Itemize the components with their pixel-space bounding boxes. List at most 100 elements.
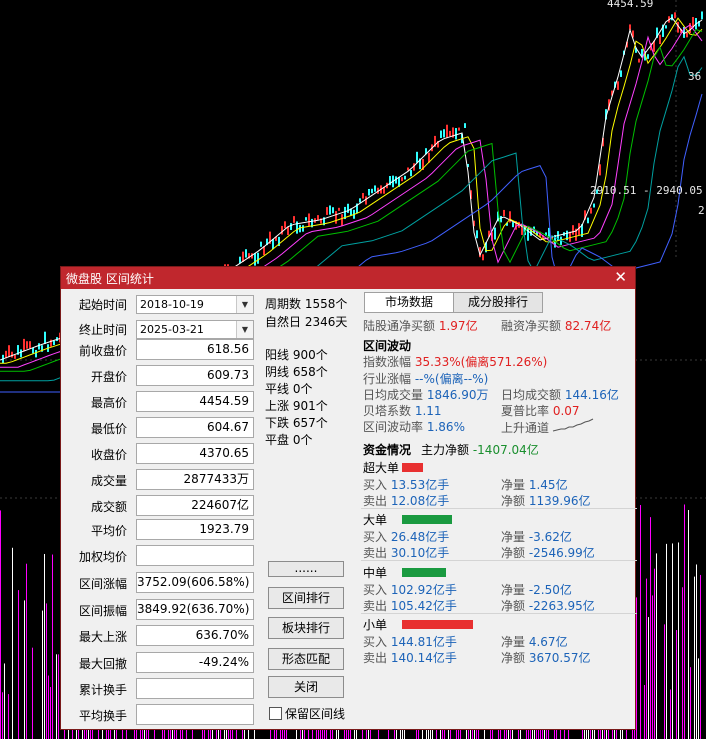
candle — [338, 207, 340, 211]
candle — [290, 223, 292, 230]
candle — [326, 207, 328, 215]
field-label: 区间振幅 — [78, 604, 127, 618]
candle — [38, 343, 40, 350]
fund-net: 净量 -3.62亿 — [501, 528, 572, 545]
field-value: -49.24% — [136, 652, 254, 673]
volume-bar — [652, 595, 653, 739]
field-value-text: 604.67 — [207, 420, 249, 434]
fund-group-name: 大单 — [363, 513, 388, 527]
candle — [482, 254, 484, 261]
industry-change: 行业涨幅 --%(偏离--%) — [363, 372, 489, 386]
fund-group-bar — [402, 620, 473, 629]
field-value-text: 1923.79 — [199, 522, 249, 536]
field-value: 4370.65 — [136, 443, 254, 464]
candle — [14, 355, 16, 359]
candle — [44, 331, 46, 344]
fund-buy: 买入 102.92亿手 — [363, 581, 457, 598]
fund-metric-value: 140.14亿手 — [390, 651, 457, 665]
field-label: 收盘价 — [90, 448, 127, 462]
fund-net_amt: 净额 -2263.95亿 — [501, 597, 595, 614]
candle — [8, 345, 10, 357]
fund-group-divider — [361, 613, 637, 614]
fund-net_amt: 净额 1139.96亿 — [501, 492, 590, 509]
keep-lines-checkbox[interactable] — [269, 707, 282, 720]
candle — [284, 221, 286, 229]
close-button[interactable]: 关闭 — [268, 676, 344, 698]
fund-metric-label: 买入 — [363, 530, 388, 544]
fund-metric-label: 净量 — [501, 635, 526, 649]
candle — [362, 193, 364, 199]
volume-bar — [672, 543, 673, 739]
fund-buy: 买入 13.53亿手 — [363, 476, 449, 493]
fund-metric-label: 卖出 — [363, 651, 388, 665]
candle — [29, 341, 31, 349]
candle — [53, 340, 55, 346]
candle — [620, 70, 622, 77]
candle — [245, 249, 247, 258]
close-icon[interactable]: ✕ — [614, 268, 627, 286]
candle — [26, 341, 28, 349]
fund-metric-value: 12.08亿手 — [390, 494, 450, 508]
dialog-titlebar[interactable]: 微盘股 区间统计 ✕ — [61, 267, 635, 289]
candle — [641, 49, 643, 57]
volume-bar — [676, 630, 677, 739]
candle — [665, 25, 667, 29]
sector-rank-button[interactable]: 板块排行 — [268, 617, 344, 639]
volume-bar — [656, 553, 657, 739]
avg-amount: 日均成交额 144.16亿 — [501, 388, 619, 402]
volume-bar — [678, 542, 679, 739]
field-value: 604.67 — [136, 417, 254, 438]
candle — [500, 215, 502, 223]
candle — [347, 203, 349, 213]
candle — [308, 213, 310, 227]
field-value: 609.73 — [136, 365, 254, 386]
fund-sell: 卖出 12.08亿手 — [363, 492, 449, 509]
fund-sell: 卖出 30.10亿手 — [363, 544, 449, 561]
interval-rank-button[interactable]: 区间排行 — [268, 587, 344, 609]
yin-count: 阴线 658个 — [265, 365, 328, 379]
candle — [440, 130, 442, 139]
volume-bar — [4, 663, 5, 739]
fund-metric-value: 4.67亿 — [528, 635, 568, 649]
date-picker[interactable]: 2025-03-21 ▼ — [136, 320, 254, 339]
fund-metric-label: 买入 — [363, 635, 388, 649]
main-net: 主力净额 -1407.04亿 — [421, 443, 539, 457]
fund-metric-label: 卖出 — [363, 494, 388, 508]
more-button[interactable]: ...... — [268, 561, 344, 577]
tab-market-data[interactable]: 市场数据 — [364, 292, 454, 313]
fund-metric-value: 26.48亿手 — [390, 530, 450, 544]
flat-count: 平盘 0个 — [265, 433, 313, 447]
field-value: 636.70% — [136, 625, 254, 646]
uptrend-sparkline-icon — [552, 418, 594, 432]
chevron-down-icon[interactable]: ▼ — [236, 296, 253, 313]
volume-bar — [12, 547, 13, 739]
tab-component-rank[interactable]: 成分股排行 — [453, 292, 543, 313]
candle — [443, 129, 445, 138]
pattern-match-button[interactable]: 形态匹配 — [268, 648, 344, 670]
candle — [11, 351, 13, 358]
candle — [647, 54, 649, 59]
chevron-down-icon[interactable]: ▼ — [236, 321, 253, 338]
chart-right-label: 36 — [688, 70, 702, 83]
field-value-text: 3752.09(606.58%) — [137, 575, 250, 589]
volume-bar — [26, 563, 27, 739]
volume-bar — [644, 685, 645, 739]
fund-metric-value: 144.81亿手 — [390, 635, 457, 649]
date-picker[interactable]: 2018-10-19 ▼ — [136, 295, 254, 314]
field-label: 平均换手 — [78, 709, 127, 723]
candle — [410, 170, 412, 177]
fund-buy: 买入 26.48亿手 — [363, 528, 449, 545]
candle — [674, 12, 676, 19]
avg-volume: 日均成交量 1846.90万 — [363, 388, 489, 402]
fund-metric-label: 净量 — [501, 583, 526, 597]
candle — [638, 58, 640, 63]
candle — [587, 217, 589, 224]
candle — [302, 225, 304, 232]
volume-bar — [58, 654, 59, 739]
field-value: 1923.79 — [136, 519, 254, 540]
field-value-text: 2018-10-19 — [140, 298, 204, 311]
volume-bar — [650, 517, 651, 739]
candle — [464, 123, 466, 128]
field-label: 平均价 — [90, 524, 127, 538]
field-label: 最低价 — [90, 422, 127, 436]
